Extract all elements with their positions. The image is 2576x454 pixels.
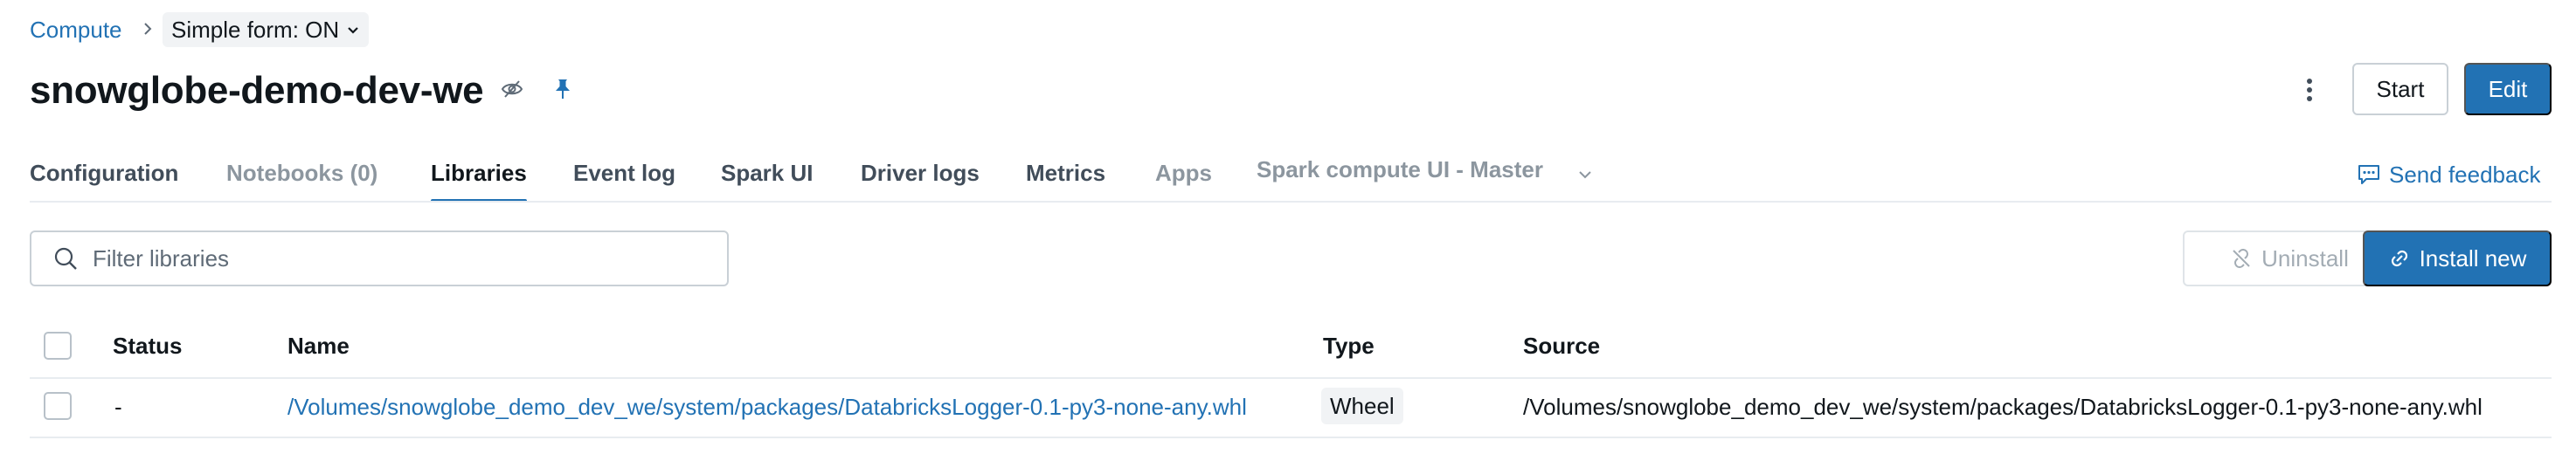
send-feedback-link[interactable]: Send feedback: [2356, 159, 2540, 190]
send-feedback-label: Send feedback: [2389, 162, 2541, 188]
chat-icon: [2358, 165, 2379, 184]
row-source: /Volumes/snowglobe_demo_dev_we/system/pa…: [1523, 394, 2483, 420]
start-button[interactable]: Start: [2352, 63, 2448, 115]
page-title: snowglobe-demo-dev-we: [30, 69, 484, 112]
more-actions-button[interactable]: [2291, 72, 2328, 108]
simple-form-toggle[interactable]: Simple form: ON: [163, 12, 370, 47]
chevron-down-icon[interactable]: [1576, 166, 1594, 183]
eye-off-icon[interactable]: [500, 77, 524, 101]
filter-libraries-input[interactable]: [93, 244, 704, 272]
install-new-label: Install new: [2419, 244, 2527, 272]
filter-libraries-field[interactable]: [30, 230, 729, 286]
tab-libraries[interactable]: Libraries: [431, 155, 527, 203]
row-select-checkbox[interactable]: [44, 392, 72, 420]
tab-event-log[interactable]: Event log: [573, 155, 675, 190]
chevron-right-icon: [144, 23, 152, 35]
tab-configuration[interactable]: Configuration: [30, 155, 178, 190]
row-library-name-link[interactable]: /Volumes/snowglobe_demo_dev_we/system/pa…: [287, 393, 1247, 421]
column-header-source[interactable]: Source: [1523, 332, 1600, 360]
chevron-down-icon: [348, 27, 358, 34]
row-status: -: [114, 394, 122, 420]
tab-apps: Apps: [1155, 160, 1212, 186]
tab-driver-logs[interactable]: Driver logs: [861, 155, 980, 190]
simple-form-label: Simple form: ON: [171, 16, 340, 43]
tab-divider: [30, 201, 2552, 203]
column-header-type[interactable]: Type: [1323, 332, 1375, 360]
column-header-status[interactable]: Status: [113, 332, 182, 360]
unlink-icon: [2233, 249, 2250, 268]
tab-spark-ui[interactable]: Spark UI: [721, 155, 814, 190]
uninstall-label: Uninstall: [2261, 244, 2349, 272]
install-new-button[interactable]: Install new: [2363, 230, 2552, 286]
select-all-checkbox[interactable]: [44, 332, 72, 360]
edit-button[interactable]: Edit: [2464, 63, 2552, 115]
tab-notebooks: Notebooks (0): [226, 160, 378, 186]
row-type-badge: Wheel: [1321, 388, 1403, 424]
pin-icon[interactable]: [551, 77, 575, 101]
tab-metrics[interactable]: Metrics: [1026, 155, 1105, 190]
breadcrumb-compute-link[interactable]: Compute: [30, 16, 122, 44]
table-row-divider: [30, 437, 2552, 438]
link-icon: [2391, 250, 2407, 267]
kebab-icon: [2307, 79, 2312, 101]
search-icon: [54, 247, 77, 270]
column-header-name[interactable]: Name: [287, 332, 350, 360]
tab-spark-compute-ui[interactable]: Spark compute UI - Master: [1257, 152, 1543, 187]
table-header-divider: [30, 377, 2552, 379]
